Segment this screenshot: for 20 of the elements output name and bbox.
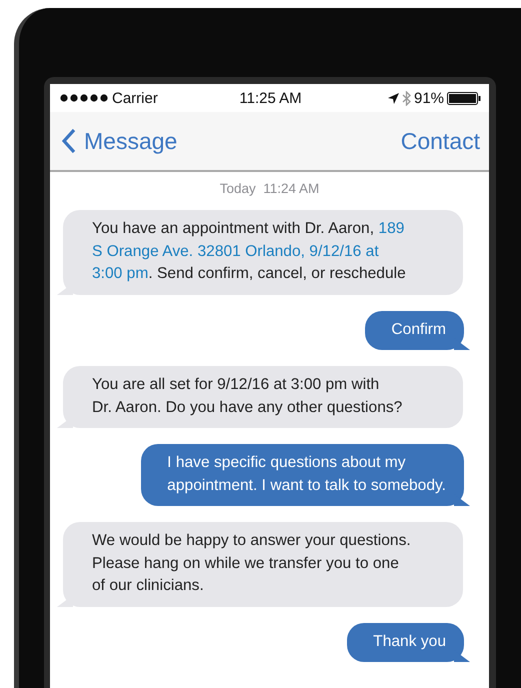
- signal-icon: [60, 94, 108, 102]
- location-arrow-icon: [388, 92, 399, 104]
- outgoing-message-bubble: Confirm: [365, 310, 464, 350]
- incoming-message-bubble: We would be happy to answer your questions. Please hang on while we transfer you to one of our clinicians.: [63, 522, 463, 606]
- bluetooth-icon: [402, 90, 411, 106]
- message-timestamp: Today 11:24 AM: [218, 181, 320, 196]
- incoming-message-bubble: You have an appointment with Dr. Aaron, 189 S Orange Ave. 32801 Orlando, 9/12/16 at 3:00 pm. Send confirm, cancel, or reschedule: [63, 210, 463, 294]
- address-link[interactable]: 3:00 pm: [92, 265, 148, 282]
- outgoing-message-bubble: I have specific questions about my appointment. I want to talk to somebody.: [141, 444, 464, 506]
- outgoing-message-bubble: Thank you: [347, 622, 464, 662]
- incoming-message-bubble: You are all set for 9/12/16 at 3:00 pm with Dr. Aaron. Do you have any other questions?: [63, 366, 463, 428]
- carrier-label: Carrier: [112, 90, 158, 106]
- chevron-left-icon: [62, 128, 76, 154]
- battery-percentage: 91%: [414, 90, 444, 106]
- back-button[interactable]: Message: [62, 128, 178, 154]
- address-link[interactable]: S Orange Ave. 32801 Orlando, 9/12/16 at: [92, 242, 379, 260]
- status-time: 11:25 AM: [239, 90, 302, 106]
- contact-button[interactable]: Contact: [400, 128, 480, 154]
- address-link[interactable]: 189: [378, 220, 404, 237]
- battery-icon: [447, 92, 482, 104]
